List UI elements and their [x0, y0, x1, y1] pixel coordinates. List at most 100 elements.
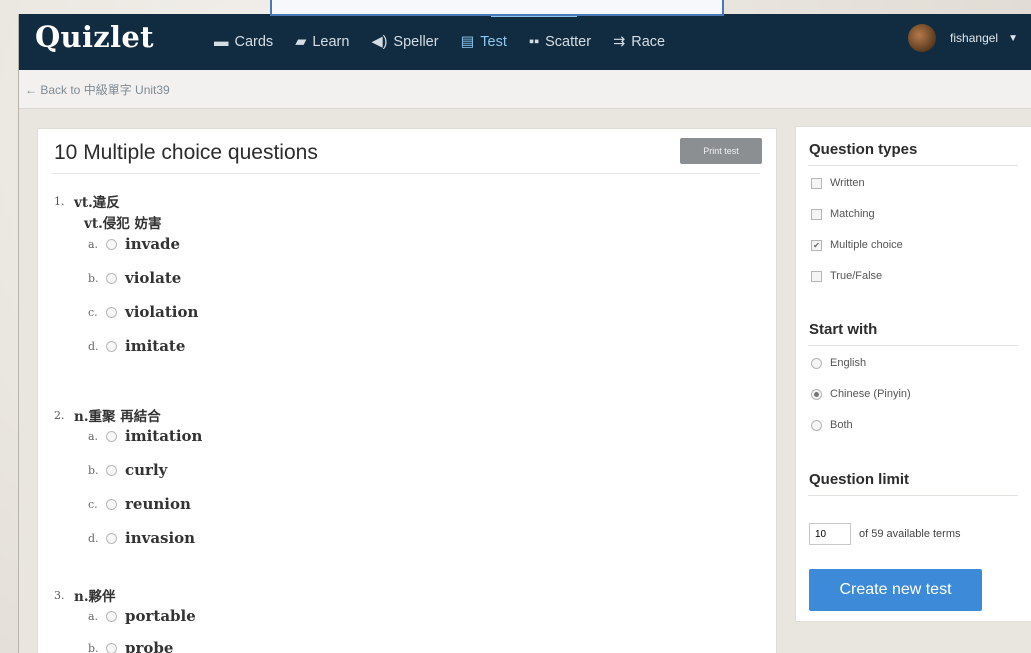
answer-option[interactable]: b. probe [88, 639, 173, 653]
nav-learn-label: Learn [312, 34, 350, 50]
nav-cards[interactable]: ▬ Cards [214, 14, 273, 70]
nav-test[interactable]: ▤ Test [461, 14, 507, 70]
cards-icon: ▬ [214, 34, 229, 50]
option-letter: b. [88, 463, 99, 477]
answer-option[interactable]: a. invade [88, 235, 180, 253]
option-text: portable [125, 607, 196, 625]
answer-option[interactable]: d. invasion [88, 529, 195, 547]
start-with-heading: Start with [809, 321, 878, 338]
race-icon: ⇉ [613, 34, 626, 50]
test-options-sidebar: Question types Written Matching ✔ Multip… [795, 126, 1031, 622]
nav-speller[interactable]: ◀) Speller [371, 14, 438, 70]
question-prompt: vt.侵犯 妨害 [84, 216, 162, 232]
radio-button[interactable] [106, 532, 117, 544]
avatar [908, 24, 937, 52]
option-letter: d. [88, 339, 99, 353]
answer-option[interactable]: d. imitate [88, 337, 185, 355]
question-prompt: n.重聚 再結合 [74, 409, 161, 425]
checkbox-label: True/False [830, 270, 883, 282]
nav-cards-label: Cards [234, 34, 274, 50]
option-text: curly [125, 461, 168, 479]
divider [52, 173, 760, 174]
quizlet-logo[interactable]: Quizlet [35, 20, 154, 54]
option-letter: c. [88, 305, 98, 319]
create-new-test-button[interactable]: Create new test [809, 569, 982, 611]
question-limit-input[interactable] [809, 523, 851, 545]
option-letter: a. [88, 429, 99, 443]
learn-icon: ▰ [295, 34, 307, 50]
question-number: 1. [54, 195, 65, 208]
speaker-icon: ◀) [371, 34, 388, 50]
answer-option[interactable]: a. imitation [88, 427, 202, 445]
nav-scatter-label: Scatter [545, 34, 592, 50]
checkmark-icon[interactable]: ✔ [811, 239, 822, 251]
radio-label: Chinese (Pinyin) [830, 388, 911, 400]
radio-button[interactable] [106, 610, 117, 622]
radio-button[interactable] [106, 642, 117, 653]
checkbox-label: Written [830, 177, 865, 189]
page-title: 10 Multiple choice questions [54, 141, 318, 164]
checkbox[interactable] [811, 208, 822, 220]
radio-button[interactable] [106, 430, 117, 442]
checkbox-written[interactable]: Written [811, 177, 865, 189]
radio-button[interactable] [106, 340, 117, 352]
answer-option[interactable]: a. portable [88, 607, 196, 625]
question-prompt: n.夥伴 [74, 589, 116, 605]
option-letter: a. [88, 609, 99, 623]
user-menu[interactable]: fishangel ▼ [908, 24, 1018, 52]
nav-race[interactable]: ⇉ Race [613, 14, 665, 70]
radio-button[interactable] [106, 272, 117, 284]
radio-button[interactable] [811, 357, 822, 369]
question-number: 2. [54, 409, 65, 422]
radio-both[interactable]: Both [811, 419, 853, 431]
radio-chinese-pinyin[interactable]: Chinese (Pinyin) [811, 388, 911, 400]
available-terms-label: of 59 available terms [859, 528, 961, 540]
answer-option[interactable]: c. violation [88, 303, 198, 321]
back-to-set-link[interactable]: ← Back to 中級單字 Unit39 [25, 81, 170, 98]
checkbox-true-false[interactable]: True/False [811, 270, 882, 282]
divider [808, 345, 1018, 346]
divider [808, 165, 1018, 166]
nav-scatter[interactable]: ▪▪ Scatter [529, 14, 591, 70]
checkbox[interactable] [811, 270, 822, 282]
question-limit-heading: Question limit [809, 471, 910, 488]
answer-option[interactable]: b. curly [88, 461, 167, 479]
scatter-icon: ▪▪ [528, 34, 540, 50]
option-letter: a. [88, 237, 99, 251]
option-text: reunion [125, 495, 191, 513]
radio-button[interactable] [811, 419, 822, 431]
nav-race-label: Race [631, 34, 666, 50]
answer-option[interactable]: c. reunion [88, 495, 191, 513]
radio-button[interactable] [106, 238, 117, 250]
option-letter: b. [88, 271, 99, 285]
nav-test-label: Test [480, 34, 507, 50]
option-text: imitate [125, 337, 186, 355]
top-navigation-bar: Quizlet ▬ Cards ▰ Learn ◀) Speller ▤ Tes… [19, 14, 1031, 70]
print-test-button[interactable]: Print test [680, 138, 762, 164]
nav-learn[interactable]: ▰ Learn [295, 14, 349, 70]
checkbox[interactable] [811, 177, 822, 189]
radio-button[interactable] [106, 464, 117, 476]
test-panel: 10 Multiple choice questions Print test … [37, 128, 777, 653]
question-limit-row: of 59 available terms [809, 523, 961, 545]
study-mode-nav: ▬ Cards ▰ Learn ◀) Speller ▤ Test ▪▪ Sca… [214, 14, 687, 70]
checkbox-multiple-choice[interactable]: ✔ Multiple choice [811, 239, 903, 251]
question-prompt: vt.違反 [74, 195, 120, 211]
checkbox-label: Multiple choice [830, 239, 903, 251]
option-letter: d. [88, 531, 99, 545]
radio-button-selected[interactable] [811, 388, 822, 400]
radio-button[interactable] [106, 498, 117, 510]
option-text: probe [125, 639, 174, 653]
test-document-icon: ▤ [460, 34, 475, 50]
answer-option[interactable]: b. violate [88, 269, 181, 287]
checkbox-matching[interactable]: Matching [811, 208, 875, 220]
option-text: violation [125, 303, 199, 321]
radio-english[interactable]: English [811, 357, 866, 369]
option-text: invasion [125, 529, 196, 547]
quizlet-window: Quizlet ▬ Cards ▰ Learn ◀) Speller ▤ Tes… [18, 14, 1031, 653]
question-types-heading: Question types [809, 141, 918, 158]
option-text: invade [125, 235, 181, 253]
option-text: imitation [125, 427, 203, 445]
radio-label: Both [830, 419, 853, 431]
radio-button[interactable] [106, 306, 117, 318]
